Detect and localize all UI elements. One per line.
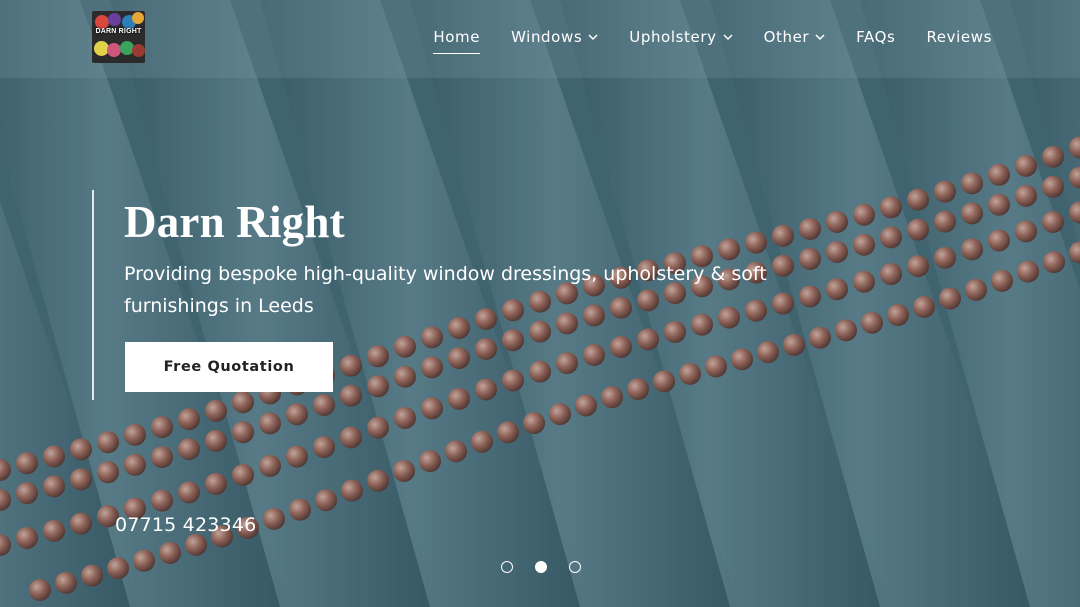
brand-logo[interactable]: DARN RIGHT [92,11,145,63]
site-header: DARN RIGHT Home Windows Upholstery Other… [0,0,1080,78]
chevron-down-icon [723,34,733,41]
nav-reviews[interactable]: Reviews [926,26,992,48]
logo-text: DARN RIGHT [95,28,142,35]
carousel-dot-1[interactable] [501,561,513,573]
nav-faqs-label: FAQs [856,28,896,46]
hero-title: Darn Right [124,197,345,247]
nav-other[interactable]: Other [764,26,826,48]
nav-windows-label: Windows [511,28,583,46]
nav-home-label: Home [433,28,481,46]
carousel-dot-3[interactable] [569,561,581,573]
chevron-down-icon [588,34,598,41]
nav-upholstery-label: Upholstery [629,28,717,46]
carousel-dot-2[interactable] [535,561,547,573]
main-nav: Home Windows Upholstery Other FAQs Revie… [402,26,992,54]
phone-number[interactable]: 07715 423346 [115,514,256,536]
chevron-down-icon [815,34,825,41]
nav-other-label: Other [763,28,810,46]
accent-divider [92,190,94,400]
hero-section: DARN RIGHT Home Windows Upholstery Other… [0,0,1080,607]
hero-subtitle: Providing bespoke high-quality window dr… [124,263,767,317]
free-quotation-button[interactable]: Free Quotation [125,342,333,392]
nav-windows[interactable]: Windows [511,26,598,48]
nav-upholstery[interactable]: Upholstery [629,26,733,48]
carousel-indicators [501,561,581,573]
nav-reviews-label: Reviews [926,28,992,46]
nav-home[interactable]: Home [433,26,481,54]
nav-faqs[interactable]: FAQs [856,26,895,48]
